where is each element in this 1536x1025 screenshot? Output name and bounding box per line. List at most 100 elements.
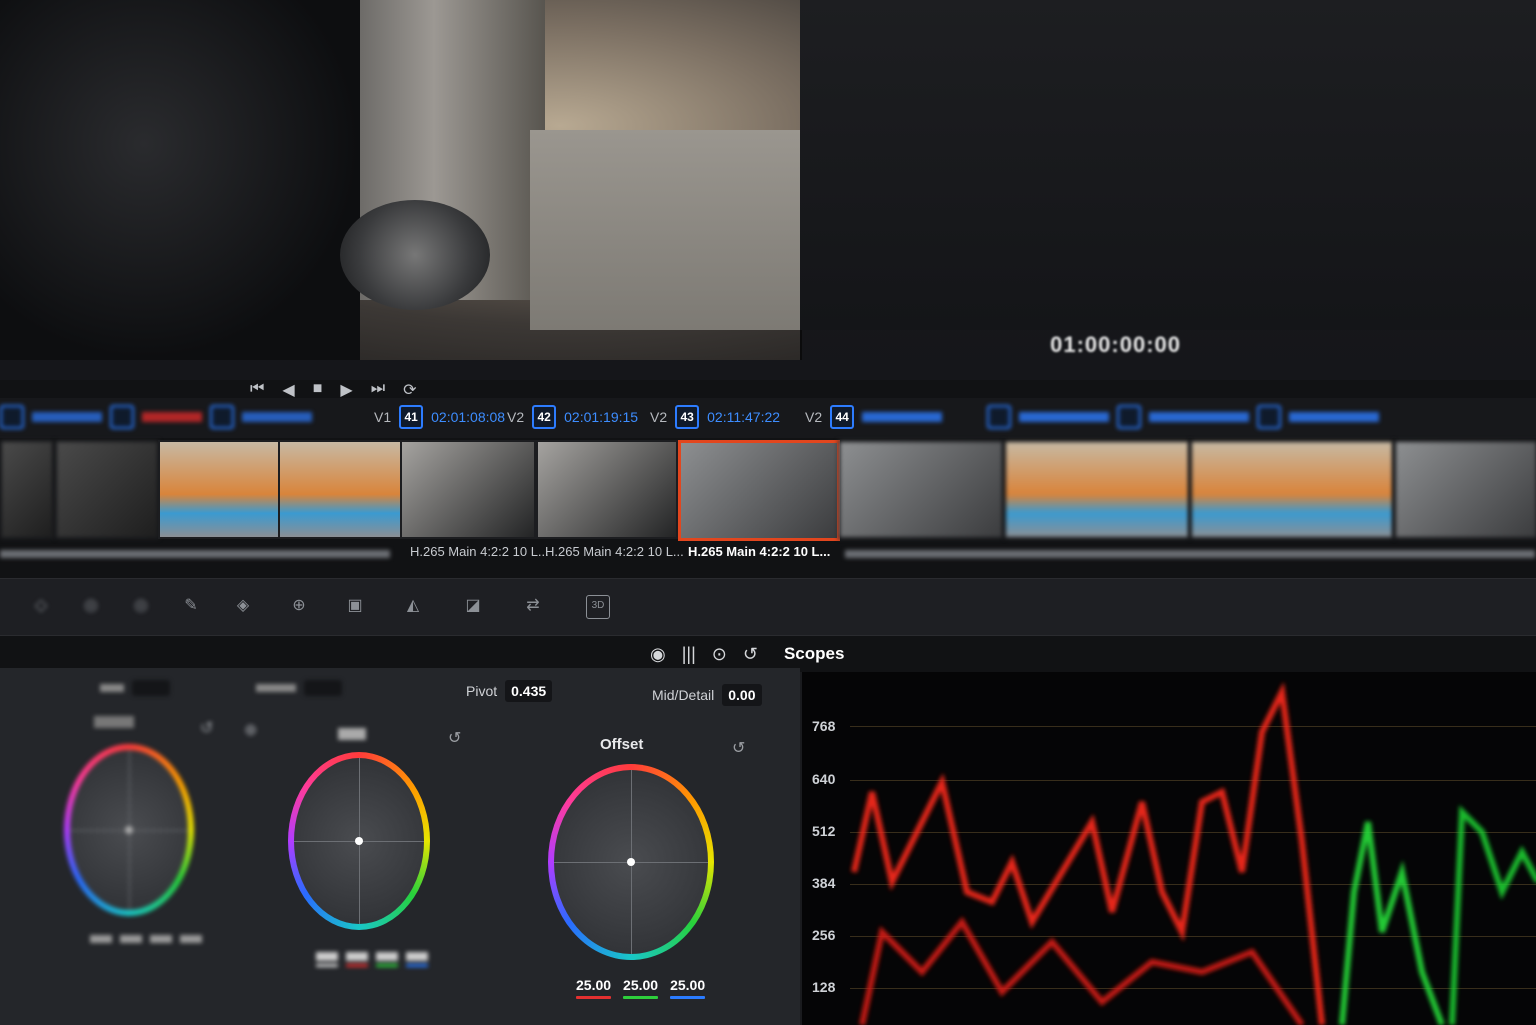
blur-icon[interactable]: ◭ [402, 595, 424, 617]
tool-icon[interactable]: ◎ [130, 595, 152, 617]
clip-thumbnail[interactable] [278, 440, 402, 539]
param-value-blurred[interactable] [304, 680, 342, 696]
clip-thumbnail-selected[interactable] [678, 440, 840, 541]
clip-timecode-blurred [242, 412, 312, 422]
viewer-empty-area [800, 0, 1536, 330]
bars-icon[interactable]: ||| [682, 644, 696, 665]
clip-timecode: 02:01:19:15 [564, 409, 639, 425]
angle-grinder [340, 200, 490, 310]
transport-controls: ⏮ ◀ ■ ▶ ⏭ ⟳ [250, 380, 417, 400]
param-blurred [256, 680, 342, 696]
3d-icon[interactable]: 3D [586, 595, 610, 619]
magic-mask-icon[interactable]: ▣ [344, 595, 366, 617]
target-icon[interactable]: ◉ [650, 644, 666, 665]
skip-forward-icon[interactable]: ⏭ [371, 380, 385, 400]
clip-timecode-blurred [862, 412, 943, 422]
offset-value-blue[interactable]: 25.00 [670, 977, 706, 999]
clip-label-blurred [0, 550, 390, 558]
eyedropper-icon[interactable]: ✎ [180, 595, 202, 617]
picker-icon[interactable]: ⊕ [244, 720, 257, 740]
gain-value-blurred[interactable] [406, 952, 428, 967]
gain-value-blurred[interactable] [376, 952, 398, 967]
reset-icon[interactable]: ↺ [743, 644, 758, 665]
clip-number-badge [210, 405, 234, 429]
offset-value-red[interactable]: 25.00 [576, 977, 612, 999]
mid-detail-param: Mid/Detail 0.00 [652, 684, 762, 706]
zoom-icon[interactable]: ⊙ [712, 644, 727, 665]
stop-icon[interactable]: ■ [313, 380, 323, 400]
reset-icon[interactable]: ↺ [448, 728, 461, 748]
viewer: 01:00:00:00 ⏮ ◀ ■ ▶ ⏭ ⟳ [0, 0, 1536, 399]
sizing-icon[interactable]: ⇄ [522, 595, 544, 617]
scopes-title: Scopes [783, 644, 845, 663]
play-icon[interactable]: ▶ [340, 380, 352, 400]
clip-header-44[interactable]: V2 44 [805, 405, 943, 429]
mid-detail-value[interactable]: 0.00 [722, 684, 762, 706]
scope-waveform [851, 681, 1536, 1025]
clip-header-blurred [0, 405, 312, 429]
clip-label: H.265 Main 4:2:2 10 L... [410, 544, 549, 559]
clip-thumbnail[interactable] [1004, 440, 1190, 539]
lift-wheel[interactable] [64, 744, 194, 916]
gain-values [316, 952, 428, 967]
clip-header-42[interactable]: V2 42 02:01:19:15 [507, 405, 638, 429]
lift-value-blurred[interactable] [150, 935, 172, 943]
clip-track [975, 409, 979, 425]
clip-header-43[interactable]: V2 43 02:11:47:22 [650, 405, 780, 429]
param-value-blurred[interactable] [132, 680, 170, 696]
clip-timecode-blurred [1288, 412, 1379, 422]
clip-track: V1 [374, 409, 392, 425]
scopes-tabs: ◉ ||| ⊙ ↺ Scopes [650, 636, 844, 672]
tool-icon[interactable]: ◇ [30, 595, 52, 617]
clip-timecode-blurred [1148, 412, 1249, 422]
pivot-value[interactable]: 0.435 [505, 680, 553, 702]
tool-icon[interactable]: ◎ [80, 595, 102, 617]
clip-track: V2 [507, 409, 525, 425]
clip-label: H.265 Main 4:2:2 10 L... [545, 544, 684, 559]
mid-detail-label: Mid/Detail [652, 687, 715, 703]
gain-wheel-handle[interactable] [355, 837, 363, 845]
gain-wheel[interactable] [288, 752, 430, 930]
clip-track: V2 [650, 409, 668, 425]
clip-thumbnail[interactable] [55, 440, 159, 539]
lift-value-blurred[interactable] [90, 935, 112, 943]
clip-thumbnail[interactable] [158, 440, 280, 539]
offset-value-green[interactable]: 25.00 [623, 977, 659, 999]
offset-reset-icon[interactable]: ↺ [732, 738, 745, 758]
skip-back-icon[interactable]: ⏮ [250, 380, 264, 400]
clip-thumbnail[interactable] [838, 440, 1004, 539]
window-icon[interactable]: ◈ [232, 595, 254, 617]
pivot-label: Pivot [466, 683, 498, 699]
param-label-blurred [100, 684, 124, 692]
offset-title: Offset [600, 736, 644, 753]
clip-label-selected: H.265 Main 4:2:2 10 L... [688, 544, 831, 559]
gain-value-blurred[interactable] [316, 952, 338, 967]
color-toolbar: ◇ ◎ ◎ ✎ ◈ ⊕ ▣ ◭ ◪ ⇄ 3D [0, 578, 1536, 636]
clip-track: V2 [805, 409, 823, 425]
clip-timecode-blurred [142, 412, 202, 422]
clip-thumbnail[interactable] [1394, 440, 1536, 539]
lift-title [94, 716, 134, 728]
offset-wheel[interactable] [548, 764, 714, 960]
lift-value-blurred[interactable] [120, 935, 142, 943]
offset-wheel-handle[interactable] [627, 858, 635, 866]
clip-thumbnail[interactable] [0, 440, 54, 539]
tracker-icon[interactable]: ⊕ [288, 595, 310, 617]
clip-header-41[interactable]: V1 41 02:01:08:08 [374, 405, 505, 429]
gain-value-blurred[interactable] [346, 952, 368, 967]
param-label-blurred [256, 684, 296, 692]
lift-value-blurred[interactable] [180, 935, 202, 943]
background-scene [530, 130, 800, 330]
reset-icon[interactable]: ↺ [200, 718, 213, 738]
lift-wheel-handle[interactable] [125, 826, 133, 834]
clip-header-blurred [975, 405, 1379, 429]
viewer-timecode: 01:00:00:00 [1050, 332, 1181, 357]
key-icon[interactable]: ◪ [462, 595, 484, 617]
clip-thumbnail[interactable] [400, 440, 536, 539]
offset-values: 25.00 25.00 25.00 [576, 977, 706, 999]
clip-thumbnail[interactable] [536, 440, 678, 539]
clip-number-badge [1256, 405, 1281, 429]
prev-icon[interactable]: ◀ [282, 380, 294, 400]
clip-thumbnail[interactable] [1190, 440, 1394, 539]
loop-icon[interactable]: ⟳ [403, 380, 416, 400]
